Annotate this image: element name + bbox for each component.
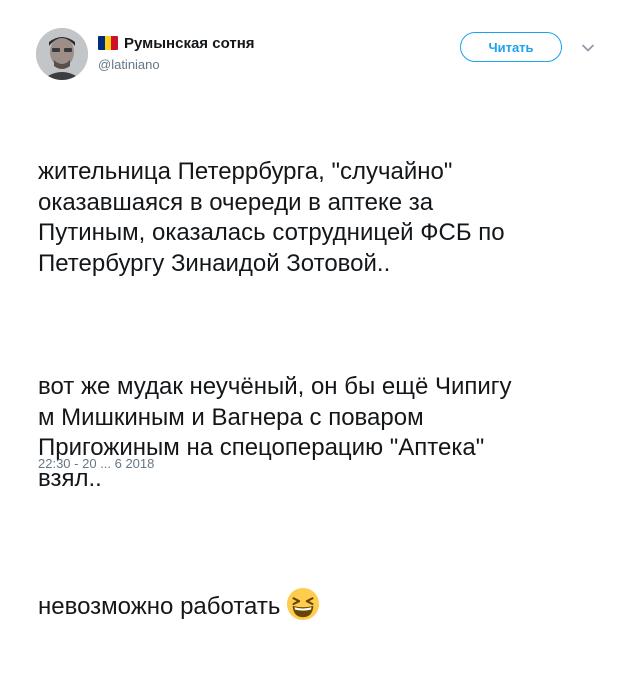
author-display-name[interactable]: Румынская сотня [124, 35, 255, 52]
flag-stripe-yellow [104, 36, 112, 50]
tweet-card: Румынская сотня @latiniano Читать житель… [0, 0, 630, 621]
romania-flag-icon [98, 36, 118, 50]
author-name-row: Румынская сотня [98, 33, 255, 53]
follow-button[interactable]: Читать [460, 32, 562, 62]
tweet-paragraph: жительница Петеррбурга, "случайно" оказа… [38, 158, 505, 277]
author-handle[interactable]: @latiniano [98, 57, 255, 72]
avatar[interactable] [36, 28, 88, 80]
tweet-paragraph: вот же мудак неучёный, он бы ещё Чипигу … [38, 373, 512, 492]
flag-stripe-red [111, 36, 118, 50]
tweet-paragraph-last: невозможно работать [38, 587, 618, 623]
tweet-paragraph-text: невозможно работать [38, 593, 281, 620]
tweet-header: Румынская сотня @latiniano Читать [36, 28, 600, 84]
tweet-text: жительница Петеррбурга, "случайно" оказа… [38, 96, 618, 684]
avatar-image [36, 28, 88, 80]
chevron-down-icon[interactable] [580, 40, 596, 56]
author-block[interactable]: Румынская сотня @latiniano [98, 33, 255, 72]
flag-stripe-blue [98, 36, 105, 50]
grinning-squinting-face-icon [287, 587, 320, 621]
